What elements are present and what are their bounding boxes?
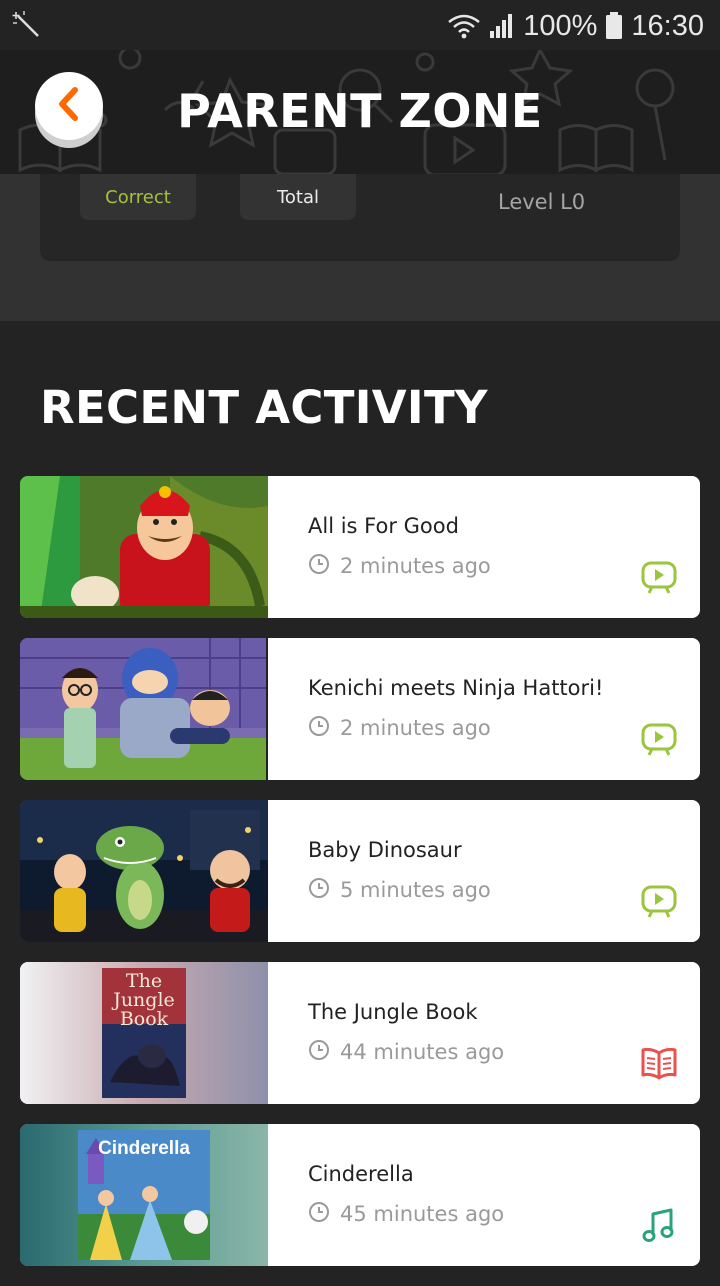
- stats-card: Correct Total Level L0: [40, 174, 680, 261]
- activity-thumbnail: Cinderella: [20, 1124, 268, 1266]
- clock-time: 16:30: [631, 9, 704, 42]
- status-bar: 100% 16:30: [0, 0, 720, 50]
- activity-time-text: 44 minutes ago: [340, 1040, 505, 1064]
- signal-icon: [489, 13, 515, 39]
- book-cover-title: The Jungle Book: [113, 970, 175, 1030]
- activity-item[interactable]: Kenichi meets Ninja Hattori! 2 minutes a…: [20, 638, 700, 780]
- activity-time-text: 45 minutes ago: [340, 1202, 505, 1226]
- stats-section: Correct Total Level L0: [0, 174, 720, 321]
- clock-icon: [308, 877, 330, 904]
- activity-time: 45 minutes ago: [308, 1201, 504, 1227]
- book-icon: [640, 1044, 678, 1082]
- activity-item[interactable]: All is For Good 2 minutes ago: [20, 476, 700, 618]
- wifi-icon: [447, 12, 481, 40]
- activity-title: All is For Good: [308, 514, 459, 538]
- activity-time: 2 minutes ago: [308, 553, 491, 579]
- book-cover-title: Cinderella: [98, 1138, 190, 1159]
- total-stat: Total: [240, 174, 356, 220]
- level-label: Level L0: [498, 190, 586, 214]
- video-icon: [640, 558, 678, 596]
- activity-title: The Jungle Book: [308, 1000, 478, 1024]
- page-title: PARENT ZONE: [177, 84, 543, 138]
- correct-stat: Correct: [80, 174, 196, 220]
- activity-title: Baby Dinosaur: [308, 838, 462, 862]
- battery-icon: [605, 12, 623, 40]
- music-icon: [640, 1206, 678, 1244]
- activity-time: 44 minutes ago: [308, 1039, 504, 1065]
- activity-title: Cinderella: [308, 1162, 414, 1186]
- activity-time-text: 2 minutes ago: [340, 716, 491, 740]
- clock-icon: [308, 1201, 330, 1228]
- activity-thumbnail: [20, 638, 268, 780]
- activity-time-text: 2 minutes ago: [340, 554, 491, 578]
- activity-time-text: 5 minutes ago: [340, 878, 491, 902]
- recent-activity-title: RECENT ACTIVITY: [40, 381, 488, 434]
- battery-percent: 100%: [523, 9, 598, 42]
- activity-thumbnail: [20, 800, 268, 942]
- activity-title: Kenichi meets Ninja Hattori!: [308, 676, 604, 700]
- activity-item[interactable]: Baby Dinosaur 5 minutes ago: [20, 800, 700, 942]
- video-icon: [640, 882, 678, 920]
- activity-item[interactable]: The Jungle Book The Jungle Book 44 minut…: [20, 962, 700, 1104]
- activity-thumbnail: [20, 476, 268, 618]
- activity-thumbnail: The Jungle Book: [20, 962, 268, 1104]
- magic-wand-icon: [12, 10, 42, 40]
- clock-icon: [308, 1039, 330, 1066]
- activity-time: 5 minutes ago: [308, 877, 491, 903]
- header-bar: PARENT ZONE: [0, 50, 720, 174]
- video-icon: [640, 720, 678, 758]
- clock-icon: [308, 715, 330, 742]
- clock-icon: [308, 553, 330, 580]
- activity-time: 2 minutes ago: [308, 715, 491, 741]
- activity-item[interactable]: Cinderella Cinderella 45 minutes ago: [20, 1124, 700, 1266]
- recent-activity-list: All is For Good 2 minutes ago Kenichi me…: [20, 476, 700, 1286]
